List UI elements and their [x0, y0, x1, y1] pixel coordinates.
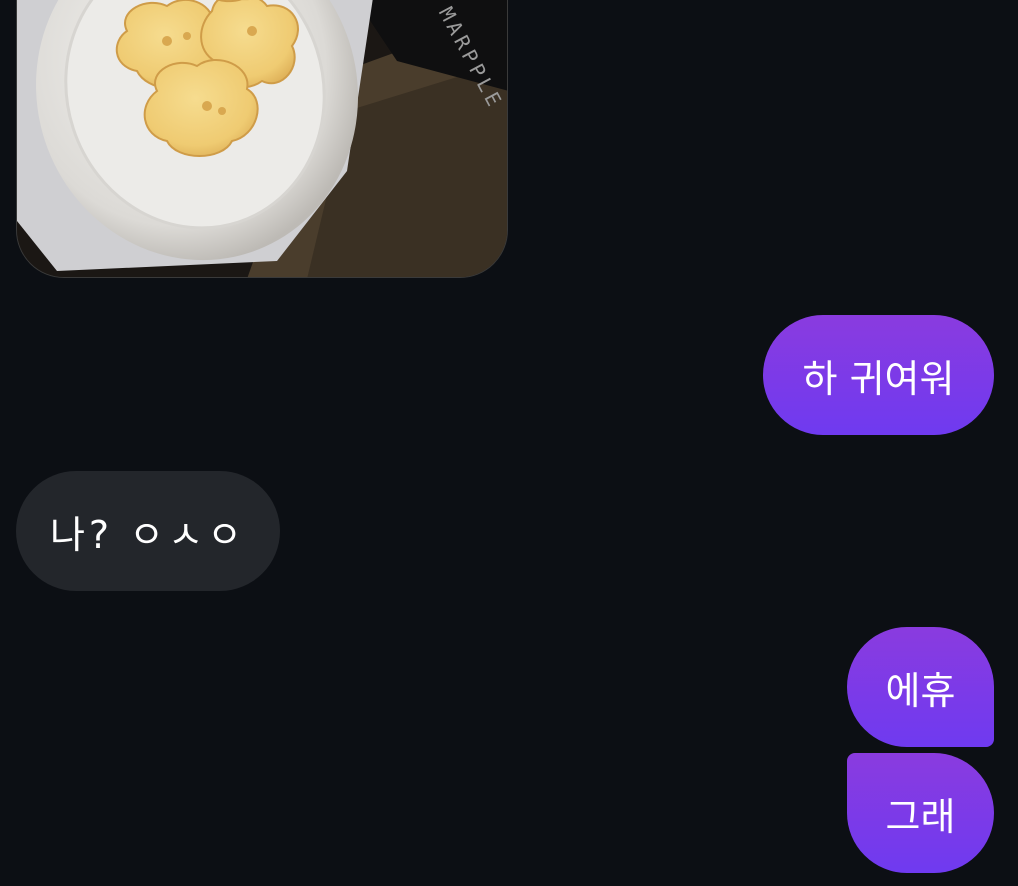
message-text: 그래	[885, 794, 956, 839]
cookie-photo: MARPPLE	[17, 0, 507, 277]
message-text: 나? ㅇㅅㅇ	[49, 512, 247, 557]
image-message[interactable]: MARPPLE	[16, 0, 508, 278]
sent-message-bubble[interactable]: 에휴	[847, 627, 994, 747]
message-text: 하 귀여워	[802, 356, 955, 401]
received-message-bubble[interactable]: 나? ㅇㅅㅇ	[16, 471, 280, 591]
sent-message-bubble[interactable]: 그래	[847, 753, 994, 873]
chat-screen: MARPPLE 하 귀여워 나? ㅇㅅㅇ 에휴 그래	[0, 0, 1018, 886]
sent-message-bubble[interactable]: 하 귀여워	[763, 315, 994, 435]
message-text: 에휴	[885, 668, 956, 713]
